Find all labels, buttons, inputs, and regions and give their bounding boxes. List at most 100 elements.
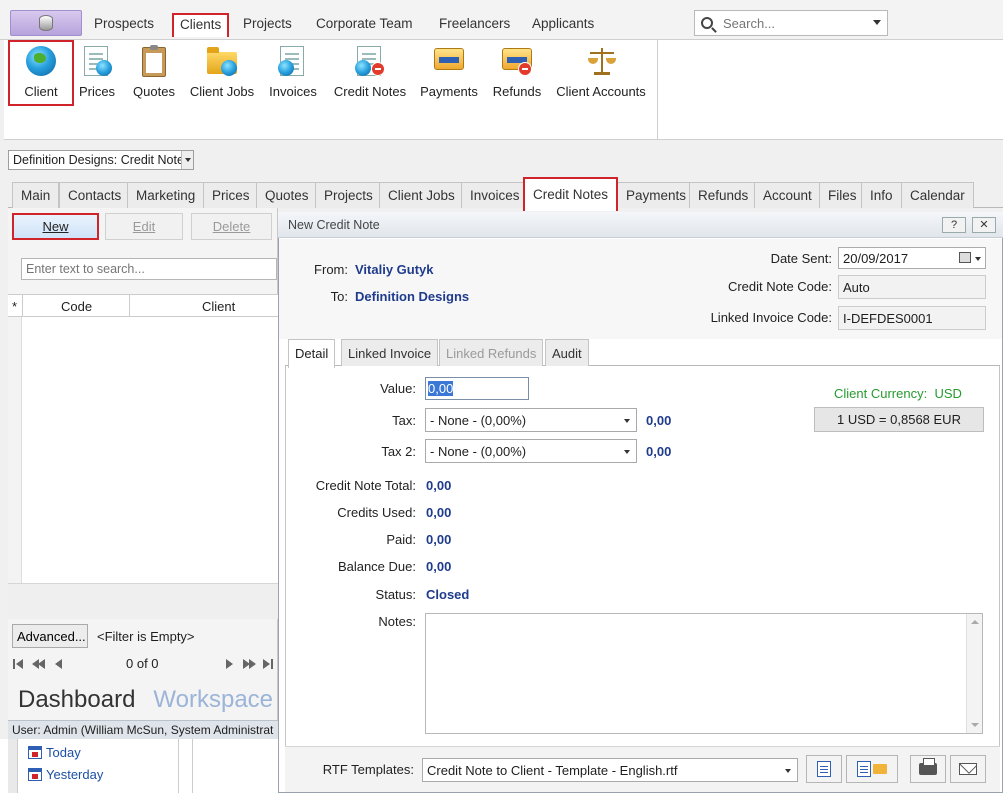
ribbon-divider	[657, 40, 658, 140]
credit-notes-button[interactable]: Credit Notes	[330, 44, 410, 106]
last-page-icon[interactable]	[263, 659, 270, 669]
tax2-select[interactable]: - None - (0,00%)	[425, 439, 637, 463]
rtf-template-select[interactable]: Credit Note to Client - Template - Engli…	[422, 758, 798, 782]
tab-invoices[interactable]: Invoices	[461, 182, 529, 208]
chevron-down-icon[interactable]	[785, 769, 791, 773]
tab-applicants[interactable]: Applicants	[524, 13, 602, 37]
to-label: To:	[330, 289, 348, 304]
database-icon	[39, 15, 53, 31]
tab-main[interactable]: Main	[12, 182, 60, 208]
search-input[interactable]	[723, 15, 863, 31]
chevron-down-icon[interactable]	[181, 151, 193, 169]
globe-icon	[24, 44, 58, 78]
client-column-header[interactable]: Client	[202, 299, 235, 314]
chevron-down-icon[interactable]	[624, 419, 630, 423]
tab-marketing[interactable]: Marketing	[127, 182, 205, 208]
tab-prospects[interactable]: Prospects	[86, 13, 162, 37]
app-menu-button[interactable]	[10, 10, 82, 36]
client-jobs-button[interactable]: Client Jobs	[188, 44, 256, 106]
tax-select[interactable]: - None - (0,00%)	[425, 408, 637, 432]
print-button[interactable]	[910, 755, 946, 783]
tab-refunds[interactable]: Refunds	[689, 182, 758, 208]
new-button[interactable]: New	[12, 213, 99, 240]
first-page-icon[interactable]	[16, 659, 23, 669]
refund-card-icon	[500, 44, 534, 78]
tab-clients[interactable]: Clients	[172, 13, 230, 37]
tab-client-jobs[interactable]: Client Jobs	[379, 182, 464, 208]
document-icon	[817, 761, 831, 777]
tab-detail[interactable]: Detail	[288, 339, 336, 368]
tree-item-yesterday[interactable]: Yesterday	[28, 767, 103, 782]
tab-freelancers[interactable]: Freelancers	[431, 13, 518, 37]
paid-value: 0,00	[426, 532, 452, 547]
filter-status: <Filter is Empty>	[97, 629, 195, 644]
invoices-button[interactable]: Invoices	[266, 44, 320, 106]
dashboard-workspace-switch: Dashboard Workspace	[18, 686, 273, 714]
calendar-tree: Today Yesterday	[0, 739, 278, 793]
tab-info[interactable]: Info	[861, 182, 902, 208]
tab-credit-notes[interactable]: Credit Notes	[523, 177, 619, 211]
tab-account[interactable]: Account	[754, 182, 821, 208]
scales-icon	[584, 44, 618, 78]
global-search[interactable]	[694, 10, 888, 36]
balance-due-label: Balance Due:	[337, 559, 416, 574]
tab-contacts[interactable]: Contacts	[59, 182, 131, 208]
tab-calendar[interactable]: Calendar	[901, 182, 974, 208]
tab-quotes[interactable]: Quotes	[256, 182, 318, 208]
tab-payments[interactable]: Payments	[617, 182, 696, 208]
chevron-down-icon[interactable]	[975, 257, 981, 261]
calendar-icon[interactable]	[959, 252, 971, 263]
tab-prices[interactable]: Prices	[203, 182, 259, 208]
quotes-button[interactable]: Quotes	[130, 44, 178, 106]
payments-button[interactable]: Payments	[420, 44, 478, 106]
help-button[interactable]: ?	[942, 217, 966, 233]
credit-note-total: 0,00	[426, 478, 452, 493]
chevron-down-icon[interactable]	[873, 20, 881, 25]
invoice-icon	[276, 44, 310, 78]
tax2-amount: 0,00	[646, 444, 672, 459]
chevron-down-icon[interactable]	[624, 450, 630, 454]
dashboard-link[interactable]: Dashboard	[18, 686, 135, 713]
tab-projects-client[interactable]: Projects	[315, 182, 382, 208]
add-template-button[interactable]	[846, 755, 898, 783]
code-column-header[interactable]: Code	[61, 299, 92, 314]
email-button[interactable]	[950, 755, 986, 783]
tab-linked-refunds: Linked Refunds	[439, 339, 544, 367]
notes-scrollbar[interactable]	[966, 614, 982, 733]
credit-note-total-label: Credit Note Total:	[315, 478, 416, 493]
tab-audit[interactable]: Audit	[545, 339, 589, 367]
credit-note-code-field: Auto	[838, 275, 986, 299]
from-label: From:	[314, 262, 348, 277]
open-template-button[interactable]	[806, 755, 842, 783]
date-sent-field[interactable]: 20/09/2017	[838, 247, 986, 269]
notes-textarea[interactable]	[425, 613, 983, 734]
tab-linked-invoice[interactable]: Linked Invoice	[341, 339, 439, 367]
grid-body[interactable]	[8, 317, 278, 583]
tax-label: Tax:	[392, 413, 416, 428]
page-count: 0 of 0	[126, 656, 159, 671]
status-bar: User: Admin (William McSun, System Admin…	[8, 720, 278, 739]
credit-note-code-label: Credit Note Code:	[727, 279, 832, 294]
advanced-filter-button[interactable]: Advanced...	[12, 624, 88, 648]
clipboard-icon	[137, 44, 171, 78]
tab-corporate-team[interactable]: Corporate Team	[308, 13, 421, 37]
next-page-icon[interactable]	[226, 659, 233, 669]
value-input[interactable]: 0,00	[425, 377, 529, 400]
grid-marker-column: *	[12, 299, 18, 314]
list-search-input[interactable]	[21, 258, 277, 280]
prices-button[interactable]: Prices	[76, 44, 118, 106]
to-value: Definition Designs	[355, 289, 470, 304]
workspace-link[interactable]: Workspace	[153, 686, 273, 713]
refunds-button[interactable]: Refunds	[490, 44, 544, 106]
tab-files[interactable]: Files	[819, 182, 866, 208]
edit-button[interactable]: Edit	[105, 213, 183, 240]
tab-projects[interactable]: Projects	[235, 13, 300, 37]
tree-item-today[interactable]: Today	[28, 745, 81, 760]
client-button[interactable]: Client	[8, 40, 74, 106]
close-button[interactable]: ✕	[972, 217, 996, 233]
client-accounts-button[interactable]: Client Accounts	[554, 44, 648, 106]
delete-button[interactable]: Delete	[191, 213, 272, 240]
prev-page-icon[interactable]	[55, 659, 62, 669]
context-selector[interactable]: Definition Designs: Credit Notes	[8, 150, 194, 170]
linked-invoice-code-label: Linked Invoice Code:	[710, 310, 832, 325]
